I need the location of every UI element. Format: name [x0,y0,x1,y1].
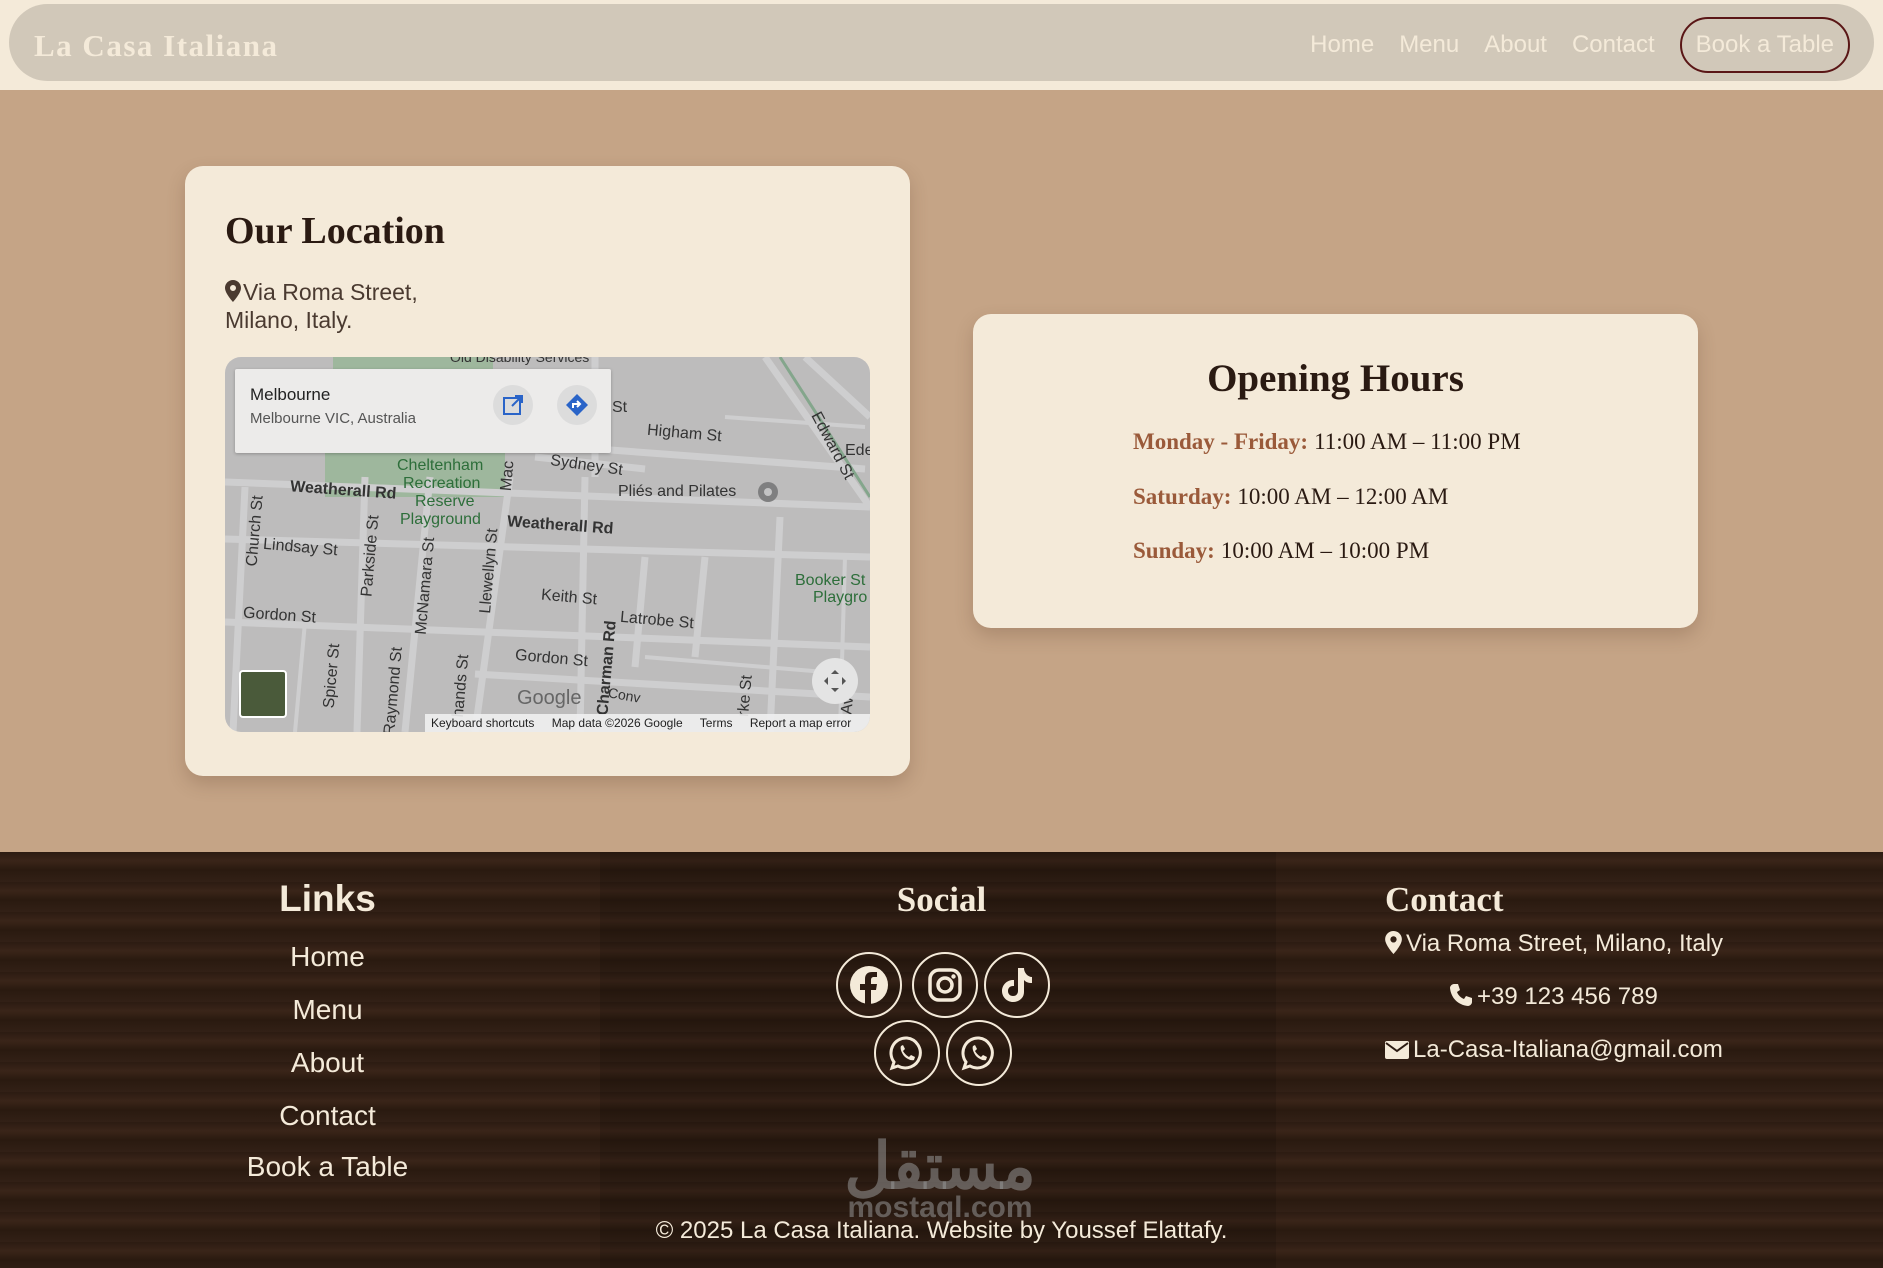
footer-link-book-table[interactable]: Book a Table [0,1151,655,1183]
footer-email-text: La-Casa-Italiana@gmail.com [1413,1036,1723,1063]
report-error-link[interactable]: Report a map error [750,716,851,730]
mostaql-watermark: مستقل mostaql.com [825,1130,1055,1224]
footer-phone[interactable]: +39 123 456 789 [1449,983,1658,1011]
envelope-icon [1385,1041,1409,1059]
google-logo: Google [517,687,582,709]
map-fullscreen-button[interactable] [812,658,858,704]
hours-time: 11:00 AM – 11:00 PM [1314,429,1521,454]
footer-link-contact[interactable]: Contact [0,1100,655,1132]
hours-day: Saturday: [1133,484,1232,509]
whatsapp-link[interactable] [946,1020,1012,1086]
facebook-icon [850,966,888,1005]
instagram-link[interactable] [912,952,978,1018]
hours-row: Monday - Friday: 11:00 AM – 11:00 PM [1133,429,1521,455]
fullscreen-icon [824,670,846,692]
hours-row: Saturday: 10:00 AM – 12:00 AM [1133,484,1448,510]
satellite-toggle-button[interactable] [239,670,287,718]
tiktok-link[interactable] [984,952,1050,1018]
map-data-text: Map data ©2026 Google [551,716,683,730]
map-pin-icon [225,280,241,302]
footer-address: Via Roma Street, Milano, Italy [1385,930,1723,958]
location-title: Our Location [225,210,445,252]
footer-email[interactable]: La-Casa-Italiana@gmail.com [1385,1036,1723,1064]
phone-icon [1450,984,1472,1006]
map-label: Playground [400,511,481,528]
instagram-icon [928,968,962,1002]
whatsapp-link[interactable] [874,1020,940,1086]
map-label: Playgro [813,589,868,606]
footer-link-home[interactable]: Home [0,941,655,973]
map-label: Pliés and Pilates [618,483,737,500]
book-table-button[interactable]: Book a Table [1679,17,1850,73]
address-line-2: Milano, Italy. [225,307,353,333]
nav-links: Home Menu About Contact Book a Table [1310,17,1850,73]
nav-link-menu[interactable]: Menu [1399,31,1459,59]
map-label: Ede [845,442,870,459]
brand-logo[interactable]: La Casa Italiana [34,28,278,64]
map-label: Recreation [403,475,481,492]
hours-time: 10:00 AM – 10:00 PM [1220,538,1430,563]
map-label: Cheltenham [397,457,484,474]
map-place-subtitle: Melbourne VIC, Australia [250,410,416,427]
location-address: Via Roma Street, Milano, Italy. [225,278,418,334]
nav-bar: La Casa Italiana Home Menu About Contact… [9,4,1874,81]
location-card: Our Location Via Roma Street, Milano, It… [185,166,910,776]
open-in-maps-button[interactable] [493,385,533,425]
footer-social-title: Social [896,880,987,919]
hours-day: Monday - Friday: [1133,429,1309,454]
hours-row: Sunday: 10:00 AM – 10:00 PM [1133,538,1429,564]
hours-day: Sunday: [1133,538,1215,563]
footer-link-menu[interactable]: Menu [0,994,655,1026]
nav-bar-wrapper: La Casa Italiana Home Menu About Contact… [0,0,1883,90]
footer-contact-title: Contact [1385,880,1504,919]
map-label: Reserve [415,493,475,510]
facebook-link[interactable] [836,952,902,1018]
directions-icon [566,394,588,416]
map-place-title: Melbourne [250,385,331,404]
external-link-icon [503,395,523,415]
opening-hours-card: Opening Hours Monday - Friday: 11:00 AM –… [973,314,1698,628]
embedded-map[interactable]: Old Disability Services St Higham St Edw… [225,357,870,732]
copyright-text: © 2025 La Casa Italiana. Website by Yous… [655,1217,1228,1244]
hours-time: 10:00 AM – 12:00 AM [1237,484,1449,509]
whatsapp-icon [889,1036,922,1071]
directions-button[interactable] [557,385,597,425]
map-label: Mac [497,460,518,492]
nav-link-about[interactable]: About [1484,31,1547,59]
keyboard-shortcuts-link[interactable]: Keyboard shortcuts [431,716,534,730]
hours-title: Opening Hours [1207,357,1464,400]
terms-link[interactable]: Terms [700,716,733,730]
map-place-card: Melbourne Melbourne VIC, Australia [235,369,611,453]
nav-link-contact[interactable]: Contact [1572,31,1655,59]
map-label: rke St [735,674,756,718]
map-attribution: Keyboard shortcuts Map data ©2026 Google… [425,714,870,732]
map-label: Old Disability Services [450,357,590,365]
watermark-arabic: مستقل [844,1130,1036,1202]
map-label: Booker St [795,572,866,589]
map-pin-icon [1385,931,1402,954]
footer-address-text: Via Roma Street, Milano, Italy [1406,930,1724,957]
nav-link-home[interactable]: Home [1310,31,1374,59]
footer-links-title: Links [279,878,376,919]
address-line-1: Via Roma Street, [243,279,418,305]
whatsapp-icon [961,1036,994,1071]
map-label: St [612,399,628,416]
footer-link-about[interactable]: About [0,1047,655,1079]
tiktok-icon [1002,968,1032,1002]
footer-phone-text: +39 123 456 789 [1477,983,1658,1010]
watermark-english: mostaql.com [847,1191,1033,1224]
